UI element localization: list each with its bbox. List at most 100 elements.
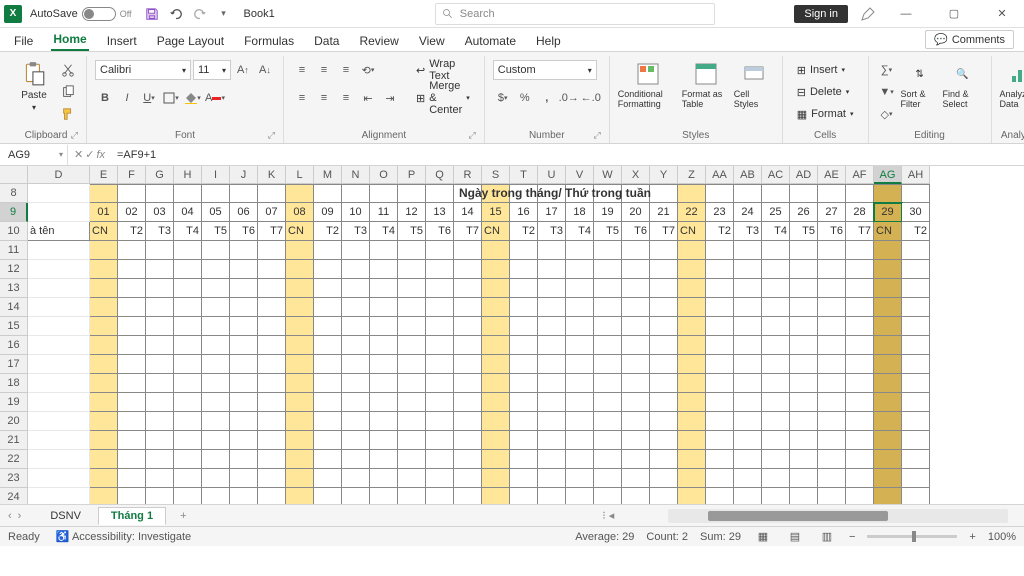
cell-AG15[interactable] <box>874 317 902 336</box>
cell-J20[interactable] <box>230 412 258 431</box>
increase-indent-button[interactable]: ⇥ <box>380 88 400 108</box>
cell-X22[interactable] <box>622 450 650 469</box>
cell-I8[interactable] <box>202 184 230 203</box>
cell-T15[interactable] <box>510 317 538 336</box>
cell-F11[interactable] <box>118 241 146 260</box>
cell-P20[interactable] <box>398 412 426 431</box>
autosum-button[interactable]: ∑▾ <box>877 60 897 80</box>
cell-AB14[interactable] <box>734 298 762 317</box>
cell-M20[interactable] <box>314 412 342 431</box>
row-header-12[interactable]: 12 <box>0 260 28 279</box>
cell-I17[interactable] <box>202 355 230 374</box>
cell-O24[interactable] <box>370 488 398 504</box>
cell-O13[interactable] <box>370 279 398 298</box>
cell-M8[interactable] <box>314 184 342 203</box>
cell-F23[interactable] <box>118 469 146 488</box>
cell-AC15[interactable] <box>762 317 790 336</box>
cell-Q19[interactable] <box>426 393 454 412</box>
cell-T23[interactable] <box>510 469 538 488</box>
cell-I20[interactable] <box>202 412 230 431</box>
cell-R17[interactable] <box>454 355 482 374</box>
cell-I14[interactable] <box>202 298 230 317</box>
cell-AF21[interactable] <box>846 431 874 450</box>
cell-Q21[interactable] <box>426 431 454 450</box>
cell-AB13[interactable] <box>734 279 762 298</box>
clear-button[interactable]: ◇▾ <box>877 104 897 124</box>
row-header-21[interactable]: 21 <box>0 431 28 450</box>
currency-button[interactable]: $▾ <box>493 88 513 108</box>
cell-D24[interactable] <box>28 488 90 504</box>
cell-G8[interactable] <box>146 184 174 203</box>
cell-X9[interactable]: 20 <box>622 203 650 222</box>
tab-review[interactable]: Review <box>357 31 400 51</box>
col-header-R[interactable]: R <box>454 166 482 184</box>
cell-H19[interactable] <box>174 393 202 412</box>
paste-button[interactable]: Paste ▾ <box>14 60 54 112</box>
cell-AD15[interactable] <box>790 317 818 336</box>
cell-X18[interactable] <box>622 374 650 393</box>
cell-N8[interactable] <box>342 184 370 203</box>
cell-AC21[interactable] <box>762 431 790 450</box>
cell-M19[interactable] <box>314 393 342 412</box>
cell-Y21[interactable] <box>650 431 678 450</box>
cell-AH23[interactable] <box>902 469 930 488</box>
align-right-button[interactable]: ≡ <box>336 88 356 108</box>
decrease-decimal-button[interactable]: ←.0 <box>581 88 601 108</box>
cell-AE9[interactable]: 27 <box>818 203 846 222</box>
cell-R23[interactable] <box>454 469 482 488</box>
cell-X16[interactable] <box>622 336 650 355</box>
cell-I21[interactable] <box>202 431 230 450</box>
cell-P18[interactable] <box>398 374 426 393</box>
cell-G20[interactable] <box>146 412 174 431</box>
row-header-11[interactable]: 11 <box>0 241 28 260</box>
cell-AD12[interactable] <box>790 260 818 279</box>
cell-R19[interactable] <box>454 393 482 412</box>
cell-Q24[interactable] <box>426 488 454 504</box>
cell-AH12[interactable] <box>902 260 930 279</box>
cell-E13[interactable] <box>90 279 118 298</box>
col-header-H[interactable]: H <box>174 166 202 184</box>
cell-S11[interactable] <box>482 241 510 260</box>
cell-AE8[interactable] <box>818 184 846 203</box>
cell-AF14[interactable] <box>846 298 874 317</box>
copy-button[interactable] <box>58 82 78 102</box>
cell-G10[interactable]: T3 <box>146 222 174 241</box>
col-header-Z[interactable]: Z <box>678 166 706 184</box>
cell-AG20[interactable] <box>874 412 902 431</box>
col-header-K[interactable]: K <box>258 166 286 184</box>
cell-AH14[interactable] <box>902 298 930 317</box>
col-header-N[interactable]: N <box>342 166 370 184</box>
cell-M23[interactable] <box>314 469 342 488</box>
cell-Q11[interactable] <box>426 241 454 260</box>
cell-J23[interactable] <box>230 469 258 488</box>
cell-X21[interactable] <box>622 431 650 450</box>
cell-X8[interactable] <box>622 184 650 203</box>
cell-AA13[interactable] <box>706 279 734 298</box>
cell-G21[interactable] <box>146 431 174 450</box>
cell-P12[interactable] <box>398 260 426 279</box>
cell-G15[interactable] <box>146 317 174 336</box>
cell-V18[interactable] <box>566 374 594 393</box>
cell-W14[interactable] <box>594 298 622 317</box>
cell-AD13[interactable] <box>790 279 818 298</box>
cell-W21[interactable] <box>594 431 622 450</box>
cell-Z17[interactable] <box>678 355 706 374</box>
cell-R18[interactable] <box>454 374 482 393</box>
cell-P11[interactable] <box>398 241 426 260</box>
cell-J8[interactable] <box>230 184 258 203</box>
cell-G14[interactable] <box>146 298 174 317</box>
cell-Y13[interactable] <box>650 279 678 298</box>
cell-M24[interactable] <box>314 488 342 504</box>
tab-help[interactable]: Help <box>534 31 563 51</box>
cell-R8[interactable] <box>454 184 482 203</box>
cell-G17[interactable] <box>146 355 174 374</box>
tab-formulas[interactable]: Formulas <box>242 31 296 51</box>
cell-H9[interactable]: 04 <box>174 203 202 222</box>
col-header-U[interactable]: U <box>538 166 566 184</box>
cell-W19[interactable] <box>594 393 622 412</box>
cell-L22[interactable] <box>286 450 314 469</box>
cell-K19[interactable] <box>258 393 286 412</box>
cell-J24[interactable] <box>230 488 258 504</box>
cell-K22[interactable] <box>258 450 286 469</box>
align-bottom-button[interactable]: ≡ <box>336 60 356 80</box>
